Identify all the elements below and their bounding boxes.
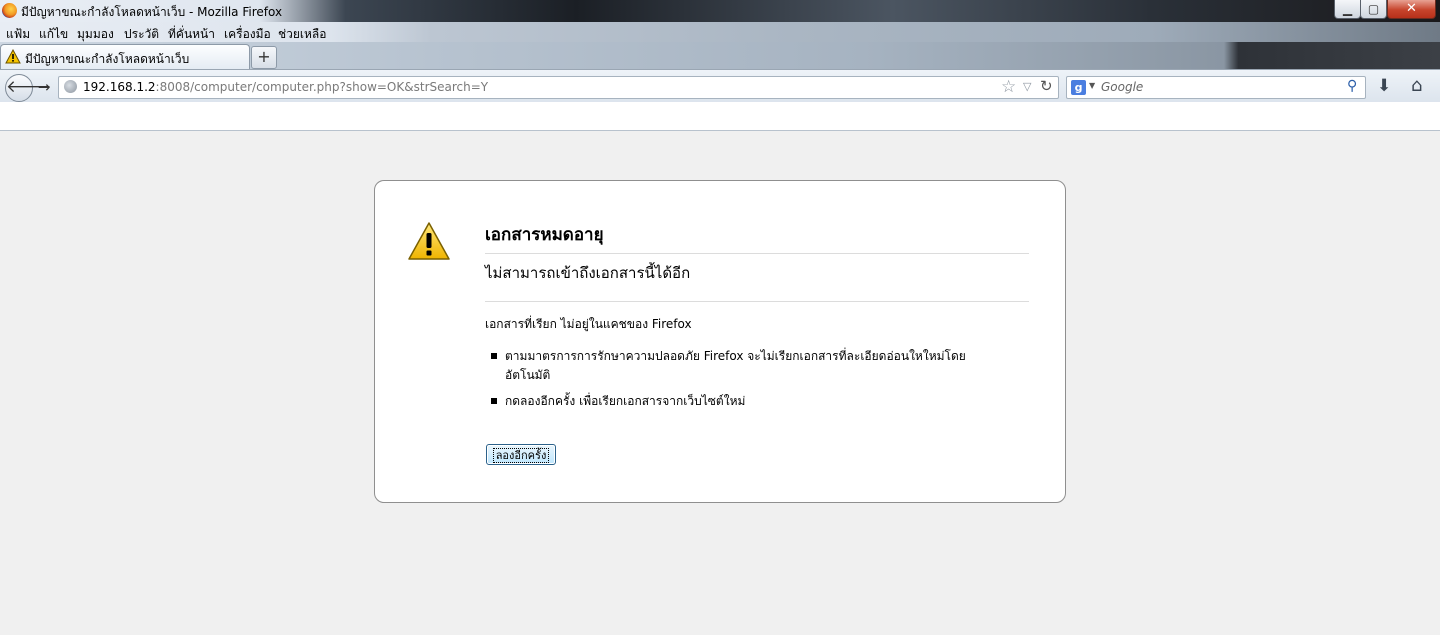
bookmarks-toolbar [0,102,1440,131]
new-tab-button[interactable]: + [251,46,277,69]
close-window-button[interactable]: ✕ [1387,0,1436,19]
error-bullet-list: ตามมาตรการการรักษาความปลอดภัย Firefox จะ… [485,347,985,418]
warning-icon [407,221,451,264]
bullet-icon [491,353,497,359]
window-title: มีปัญหาขณะกำลังโหลดหน้าเว็บ - Mozilla Fi… [21,5,283,19]
site-identity-icon[interactable] [64,80,77,93]
google-engine-icon[interactable]: g [1071,80,1086,95]
arrow-right-icon: → [37,78,51,96]
url-path: :8008/computer/computer.php?show=OK&strS… [155,80,489,94]
tab-title: มีปัญหาขณะกำลังโหลดหน้าเว็บ [25,52,190,66]
plus-icon: + [257,47,271,66]
url-bar[interactable]: 192.168.1.2:8008/computer/computer.php?s… [58,76,1059,99]
forward-button[interactable]: → [34,79,54,95]
url-host: 192.168.1.2 [83,80,156,94]
maximize-button[interactable]: ▢ [1360,0,1387,19]
search-bar[interactable]: g ▼ ⚲ [1066,76,1366,99]
close-icon: ✕ [1406,1,1417,16]
error-title: เอกสารหมดอายุ [485,221,1029,254]
navigation-toolbar: 🡐 → 192.168.1.2:8008/computer/computer.p… [0,69,1440,103]
try-again-label: ลองอีกครั้ง [492,447,550,463]
list-item: กดลองอีกครั้ง เพื่อเรียกเอกสารจากเว็บไซต… [485,392,985,411]
minimize-icon: ▁ [1342,2,1353,16]
list-item: ตามมาตรการการรักษาความปลอดภัย Firefox จะ… [485,347,985,385]
search-input[interactable] [1101,79,1341,95]
menu-bar: แฟ้ม แก้ไข มุมมอง ประวัติ ที่คั่นหน้า เค… [0,22,1440,42]
error-panel: เอกสารหมดอายุ ไม่สามารถเข้าถึงเอกสารนี้ไ… [374,180,1066,503]
try-again-button[interactable]: ลองอีกครั้ง [486,444,556,465]
maximize-icon: ▢ [1367,2,1380,16]
url-text[interactable]: 192.168.1.2:8008/computer/computer.php?s… [83,80,488,94]
error-description: เอกสารที่เรียก ไม่อยู่ในแคชของ Firefox [485,317,692,331]
list-item-text: กดลองอีกครั้ง เพื่อเรียกเอกสารจากเว็บไซต… [505,394,746,408]
page-content: เอกสารหมดอายุ ไม่สามารถเข้าถึงเอกสารนี้ไ… [0,131,1440,635]
search-icon[interactable]: ⚲ [1347,78,1357,94]
reload-icon[interactable]: ↻ [1040,77,1053,95]
bookmark-star-icon[interactable]: ☆ [1001,77,1016,97]
home-icon[interactable]: ⌂ [1411,75,1422,96]
url-dropdown-icon[interactable]: ▽ [1023,80,1031,93]
bullet-icon [491,398,497,404]
window-titlebar: มีปัญหาขณะกำลังโหลดหน้าเว็บ - Mozilla Fi… [0,0,1440,22]
back-button[interactable]: 🡐 [5,74,52,102]
minimize-button[interactable]: ▁ [1334,0,1361,19]
error-subtitle: ไม่สามารถเข้าถึงเอกสารนี้ได้อีก [485,261,1029,302]
tab-strip: มีปัญหาขณะกำลังโหลดหน้าเว็บ + [0,42,1440,70]
warning-icon [5,48,21,67]
engine-dropdown-icon[interactable]: ▼ [1089,81,1095,90]
firefox-logo-icon [2,3,17,18]
tab-active[interactable]: มีปัญหาขณะกำลังโหลดหน้าเว็บ [0,44,250,70]
list-item-text: ตามมาตรการการรักษาความปลอดภัย Firefox จะ… [505,349,966,382]
download-icon[interactable]: ⬇ [1377,76,1391,96]
